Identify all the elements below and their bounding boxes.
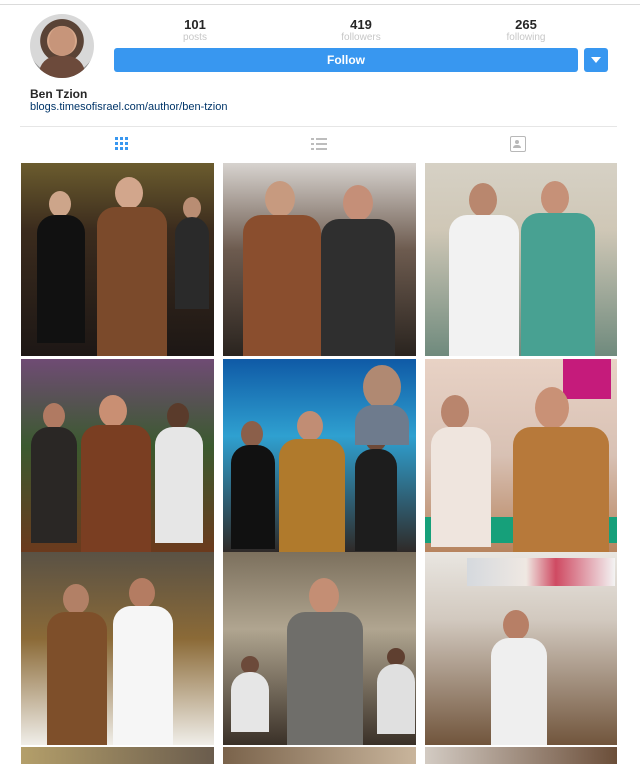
posts-stat: 101 posts (150, 17, 240, 44)
list-icon-line (316, 143, 327, 145)
content-divider (20, 126, 617, 127)
following-label: following (506, 32, 546, 43)
post-image[interactable] (425, 163, 617, 356)
tagged-icon (510, 136, 526, 152)
menu-board (467, 558, 615, 586)
options-dropdown-button[interactable] (584, 48, 608, 72)
list-icon-line (316, 138, 327, 140)
post-image[interactable] (425, 552, 617, 745)
grid-icon-dot (125, 137, 128, 140)
profile-website-link[interactable]: blogs.timesofisrael.com/author/ben-tzion (30, 101, 227, 113)
post-image[interactable] (223, 747, 416, 764)
post-image[interactable] (21, 163, 214, 356)
chevron-down-icon (591, 57, 601, 63)
tagged-icon-body (513, 145, 521, 148)
grid-icon-dot (125, 147, 128, 150)
grid-icon-dot (115, 137, 118, 140)
profile-name: Ben Tzion (30, 87, 88, 101)
list-icon-line (311, 143, 314, 145)
profile-avatar[interactable] (30, 14, 94, 78)
following-stat[interactable]: 265 following (481, 17, 571, 44)
tagged-icon-head (515, 140, 519, 144)
post-image[interactable] (223, 163, 416, 356)
following-count: 265 (515, 17, 537, 32)
follow-button[interactable]: Follow (114, 48, 578, 72)
grid-icon-dot (120, 137, 123, 140)
list-icon-line (311, 138, 314, 140)
grid-icon-dot (120, 142, 123, 145)
grid-view-tab[interactable] (112, 134, 132, 154)
followers-count: 419 (350, 17, 372, 32)
grid-icon-dot (125, 142, 128, 145)
tagged-tab[interactable] (508, 134, 528, 154)
followers-label: followers (341, 32, 381, 43)
post-image[interactable] (21, 359, 214, 552)
post-image[interactable] (425, 747, 617, 764)
posts-count: 101 (184, 17, 206, 32)
posts-label: posts (183, 32, 207, 43)
list-icon-line (316, 148, 327, 150)
top-divider (0, 4, 640, 5)
grid-icon-dot (120, 147, 123, 150)
grid-icon-dot (115, 142, 118, 145)
post-image[interactable] (21, 747, 214, 764)
list-icon-line (311, 148, 314, 150)
grid-icon-dot (115, 147, 118, 150)
list-view-tab[interactable] (309, 134, 329, 154)
signboard (563, 359, 611, 399)
post-image[interactable] (223, 359, 416, 552)
post-image[interactable] (21, 552, 214, 745)
post-image[interactable] (223, 552, 416, 745)
post-image[interactable] (425, 359, 617, 552)
followers-stat[interactable]: 419 followers (316, 17, 406, 44)
